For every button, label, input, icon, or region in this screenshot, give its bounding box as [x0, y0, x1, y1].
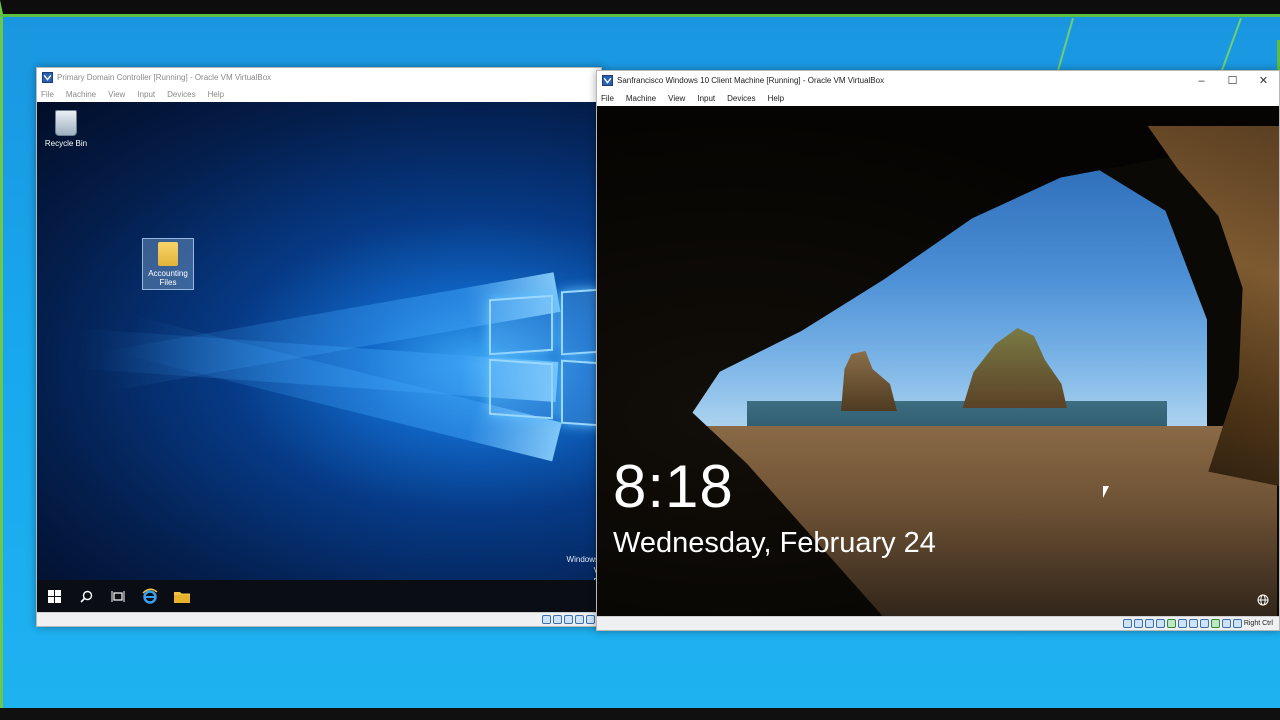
- watermark-line: Windows: [566, 555, 599, 564]
- vm1-taskbar: [37, 580, 601, 612]
- lock-screen-date: Wednesday, February 24: [613, 527, 936, 559]
- close-button[interactable]: ✕: [1248, 71, 1279, 90]
- desktop-icon-accounting-files[interactable]: Accounting Files: [142, 238, 194, 290]
- minimize-button[interactable]: –: [1186, 71, 1217, 90]
- vm2-statusbar: Right Ctrl: [597, 616, 1279, 630]
- start-icon[interactable]: [45, 587, 63, 605]
- vm1-title: Primary Domain Controller [Running] - Or…: [57, 72, 272, 82]
- audio-icon[interactable]: [1144, 619, 1154, 628]
- recycle-bin-icon: [55, 110, 77, 136]
- vm2-title: Sanfrancisco Windows 10 Client Machine […: [617, 76, 885, 85]
- recording-icon[interactable]: [1199, 619, 1209, 628]
- recycle-bin-label: Recycle Bin: [44, 139, 88, 148]
- internet-explorer-icon[interactable]: [141, 587, 159, 605]
- vm-window-domain-controller[interactable]: Primary Domain Controller [Running] - Or…: [36, 67, 602, 627]
- display-icon[interactable]: [1188, 619, 1198, 628]
- host-top-border: [0, 14, 1280, 17]
- window-controls: – ☐ ✕: [1186, 71, 1279, 90]
- vm1-menu-view[interactable]: View: [108, 90, 125, 99]
- network-icon[interactable]: [1155, 619, 1165, 628]
- vm2-menu-help[interactable]: Help: [768, 94, 784, 103]
- vm2-titlebar[interactable]: Sanfrancisco Windows 10 Client Machine […: [597, 71, 1279, 90]
- vm-window-client-machine[interactable]: Sanfrancisco Windows 10 Client Machine […: [596, 70, 1280, 631]
- network-icon[interactable]: [575, 615, 584, 624]
- vm2-lock-screen[interactable]: 8:18 Wednesday, February 24: [597, 106, 1279, 617]
- vm1-menu-input[interactable]: Input: [137, 90, 155, 99]
- audio-icon[interactable]: [564, 615, 573, 624]
- optical-drive-icon[interactable]: [553, 615, 562, 624]
- virtualbox-icon: [602, 75, 613, 86]
- file-explorer-icon[interactable]: [173, 587, 191, 605]
- cpu-icon[interactable]: [1210, 619, 1220, 628]
- hard-disk-icon[interactable]: [1122, 619, 1132, 628]
- lock-screen-time: 8:18: [613, 453, 734, 520]
- usb-icon[interactable]: [586, 615, 595, 624]
- vm2-menu-machine[interactable]: Machine: [626, 94, 656, 103]
- search-icon[interactable]: [77, 587, 95, 605]
- watermark-line: V: [567, 565, 599, 576]
- task-view-icon[interactable]: [109, 587, 127, 605]
- windows-activation-watermark: Windows V B: [567, 554, 599, 580]
- vm2-menu-input[interactable]: Input: [697, 94, 715, 103]
- desktop-icon-recycle-bin[interactable]: Recycle Bin: [39, 110, 93, 148]
- mouse-cursor-icon: [1103, 486, 1109, 498]
- windows-logo-pane: [561, 288, 601, 356]
- usb-icon[interactable]: [1166, 619, 1176, 628]
- mouse-integration-icon[interactable]: [1221, 619, 1231, 628]
- vm2-menubar: File Machine View Input Devices Help: [597, 90, 1279, 106]
- vm1-menu-help[interactable]: Help: [208, 90, 224, 99]
- windows-logo-pane: [489, 358, 553, 420]
- shared-folders-icon[interactable]: [1177, 619, 1187, 628]
- vm1-menu-machine[interactable]: Machine: [66, 90, 96, 99]
- vm2-menu-file[interactable]: File: [601, 94, 614, 103]
- vm1-menubar: File Machine View Input Devices Help: [37, 86, 601, 102]
- optical-drive-icon[interactable]: [1133, 619, 1143, 628]
- vm1-guest-desktop[interactable]: Recycle Bin Accounting Files Windows V B: [37, 102, 601, 580]
- folder-icon: [158, 242, 178, 266]
- windows-logo-pane: [561, 359, 601, 427]
- host-key-icon: [1232, 619, 1242, 628]
- vm1-menu-devices[interactable]: Devices: [167, 90, 195, 99]
- vm1-menu-file[interactable]: File: [41, 90, 54, 99]
- host-bottom-bar: [0, 708, 1280, 720]
- windows-logo-pane: [489, 294, 553, 356]
- virtualbox-icon: [42, 71, 53, 83]
- network-globe-icon[interactable]: [1257, 594, 1269, 609]
- accounting-files-label: Accounting Files: [148, 269, 188, 287]
- maximize-button[interactable]: ☐: [1217, 71, 1248, 90]
- vm1-statusbar: [37, 612, 601, 626]
- vm2-menu-view[interactable]: View: [668, 94, 685, 103]
- hard-disk-icon[interactable]: [542, 615, 551, 624]
- host-key-label: Right Ctrl: [1243, 620, 1273, 627]
- vm2-menu-devices[interactable]: Devices: [727, 94, 755, 103]
- vm1-titlebar[interactable]: Primary Domain Controller [Running] - Or…: [37, 68, 601, 86]
